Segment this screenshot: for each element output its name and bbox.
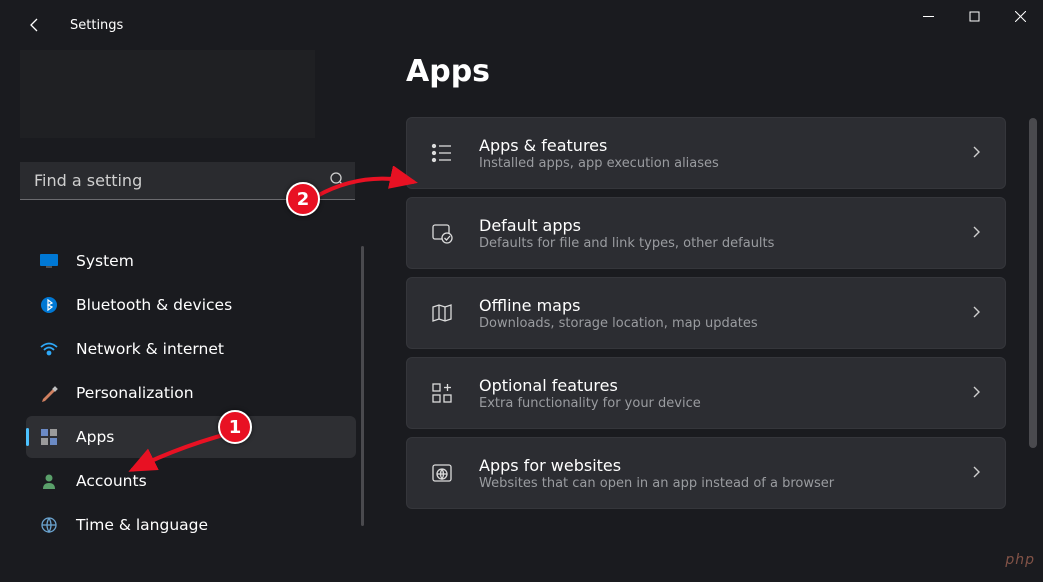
sidebar-item-label: Apps xyxy=(76,428,114,446)
apps-list-icon xyxy=(429,142,455,164)
sidebar-item-label: System xyxy=(76,252,134,270)
card-offline-maps[interactable]: Offline maps Downloads, storage location… xyxy=(406,277,1006,349)
close-icon xyxy=(1015,11,1026,22)
sidebar-item-network[interactable]: Network & internet xyxy=(26,328,356,370)
nav: System Bluetooth & devices Network & int… xyxy=(20,240,356,546)
card-subtitle: Installed apps, app execution aliases xyxy=(479,156,969,171)
minimize-icon xyxy=(923,11,934,22)
maximize-button[interactable] xyxy=(951,0,997,32)
globe-clock-icon xyxy=(40,517,58,533)
bluetooth-icon xyxy=(40,297,58,313)
display-icon xyxy=(40,254,58,268)
paintbrush-icon xyxy=(40,384,58,402)
card-title: Optional features xyxy=(479,376,969,395)
profile-card[interactable] xyxy=(20,50,315,138)
card-title: Offline maps xyxy=(479,296,969,315)
card-apps-websites[interactable]: Apps for websites Websites that can open… xyxy=(406,437,1006,509)
sidebar-item-accounts[interactable]: Accounts xyxy=(26,460,356,502)
optional-features-icon xyxy=(429,382,455,404)
window-controls xyxy=(905,0,1043,32)
watermark: php xyxy=(1005,552,1035,568)
page-title: Apps xyxy=(406,54,1007,89)
back-arrow-icon xyxy=(27,17,43,33)
annotation-badge-2: 2 xyxy=(286,182,320,216)
sidebar: System Bluetooth & devices Network & int… xyxy=(0,50,370,582)
window-title: Settings xyxy=(70,18,123,33)
main-content: Apps Apps & features Installed apps, app… xyxy=(370,50,1043,582)
person-icon xyxy=(40,473,58,489)
minimize-button[interactable] xyxy=(905,0,951,32)
chevron-right-icon xyxy=(969,144,983,163)
card-optional-features[interactable]: Optional features Extra functionality fo… xyxy=(406,357,1006,429)
chevron-right-icon xyxy=(969,384,983,403)
sidebar-item-label: Network & internet xyxy=(76,340,224,358)
card-subtitle: Websites that can open in an app instead… xyxy=(479,476,969,491)
chevron-right-icon xyxy=(969,304,983,323)
sidebar-item-label: Time & language xyxy=(76,516,208,534)
search-icon xyxy=(329,171,345,191)
close-button[interactable] xyxy=(997,0,1043,32)
titlebar: Settings xyxy=(0,0,1043,50)
globe-app-icon xyxy=(429,462,455,484)
default-apps-icon xyxy=(429,222,455,244)
wifi-icon xyxy=(40,342,58,356)
card-title: Apps for websites xyxy=(479,456,969,475)
card-apps-features[interactable]: Apps & features Installed apps, app exec… xyxy=(406,117,1006,189)
cards-list: Apps & features Installed apps, app exec… xyxy=(406,117,1006,509)
card-subtitle: Downloads, storage location, map updates xyxy=(479,316,969,331)
card-subtitle: Defaults for file and link types, other … xyxy=(479,236,969,251)
card-subtitle: Extra functionality for your device xyxy=(479,396,969,411)
annotation-badge-1: 1 xyxy=(218,410,252,444)
card-default-apps[interactable]: Default apps Defaults for file and link … xyxy=(406,197,1006,269)
sidebar-item-bluetooth[interactable]: Bluetooth & devices xyxy=(26,284,356,326)
card-title: Default apps xyxy=(479,216,969,235)
chevron-right-icon xyxy=(969,464,983,483)
back-button[interactable] xyxy=(20,10,50,40)
map-icon xyxy=(429,302,455,324)
sidebar-item-label: Bluetooth & devices xyxy=(76,296,232,314)
sidebar-item-apps[interactable]: Apps xyxy=(26,416,356,458)
sidebar-item-system[interactable]: System xyxy=(26,240,356,282)
sidebar-item-label: Personalization xyxy=(76,384,194,402)
chevron-right-icon xyxy=(969,224,983,243)
sidebar-item-time-language[interactable]: Time & language xyxy=(26,504,356,546)
sidebar-item-personalization[interactable]: Personalization xyxy=(26,372,356,414)
apps-icon xyxy=(40,429,58,445)
maximize-icon xyxy=(969,11,980,22)
card-title: Apps & features xyxy=(479,136,969,155)
scrollbar-thumb[interactable] xyxy=(1029,118,1037,448)
sidebar-item-label: Accounts xyxy=(76,472,147,490)
